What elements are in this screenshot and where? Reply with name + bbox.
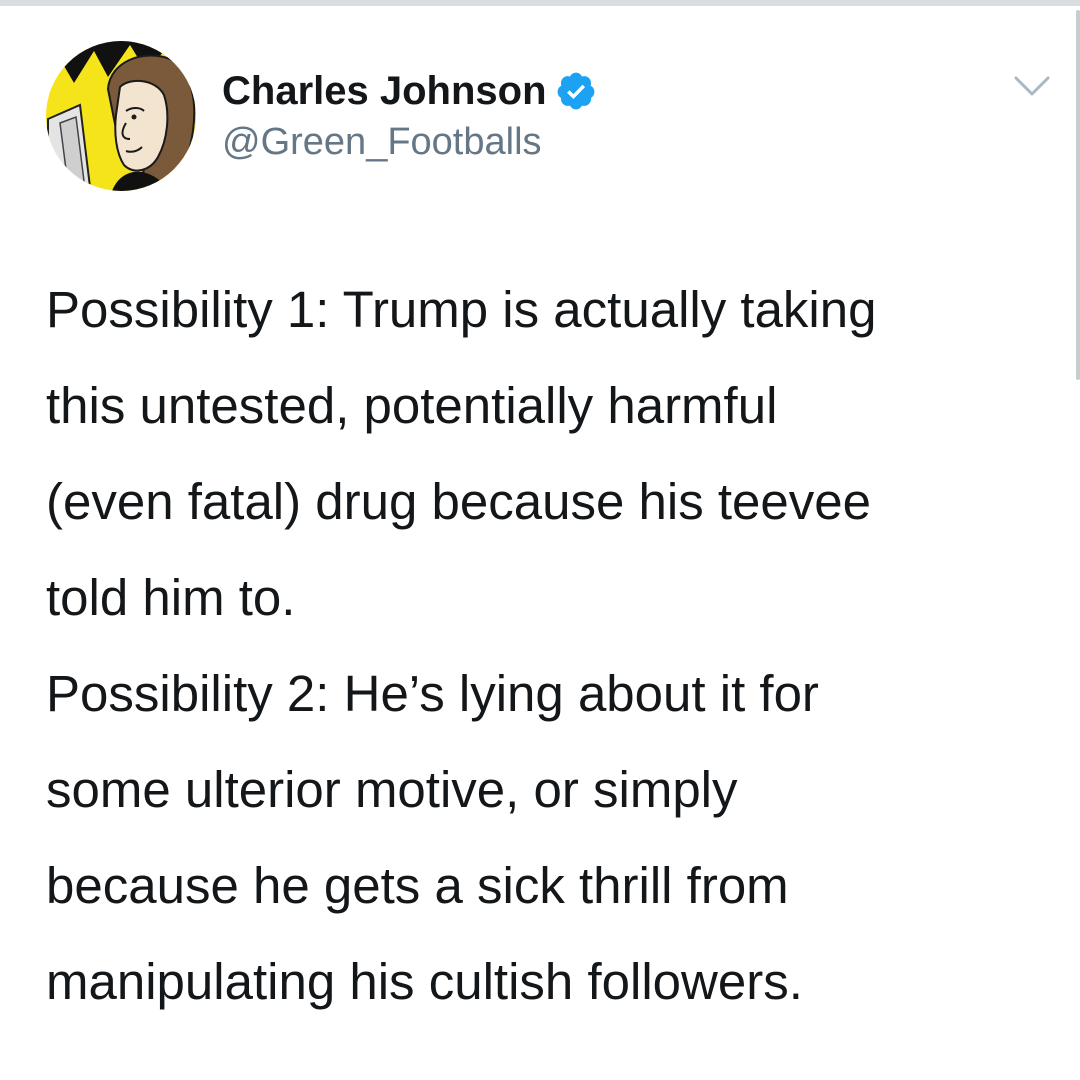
author-name-row: Charles Johnson <box>222 66 597 116</box>
cartoon-portrait-avatar-icon <box>46 41 196 191</box>
avatar[interactable] <box>46 41 196 191</box>
tweet-text: Possibility 1: Trump is actually taking … <box>46 262 1046 1030</box>
scrollbar[interactable] <box>1076 10 1080 380</box>
verified-badge-icon <box>555 70 597 112</box>
display-name[interactable]: Charles Johnson <box>222 66 547 116</box>
chevron-down-icon[interactable] <box>1012 72 1052 102</box>
tweet-paragraph: Possibility 1: Trump is actually taking … <box>46 281 877 626</box>
top-divider <box>0 0 1080 6</box>
tweet-paragraph: Possibility 2: He’s lying about it for s… <box>46 665 819 1010</box>
tweet-screenshot: Charles Johnson @Green_Footballs Possibi… <box>0 0 1080 1080</box>
author-handle[interactable]: @Green_Footballs <box>222 118 542 166</box>
